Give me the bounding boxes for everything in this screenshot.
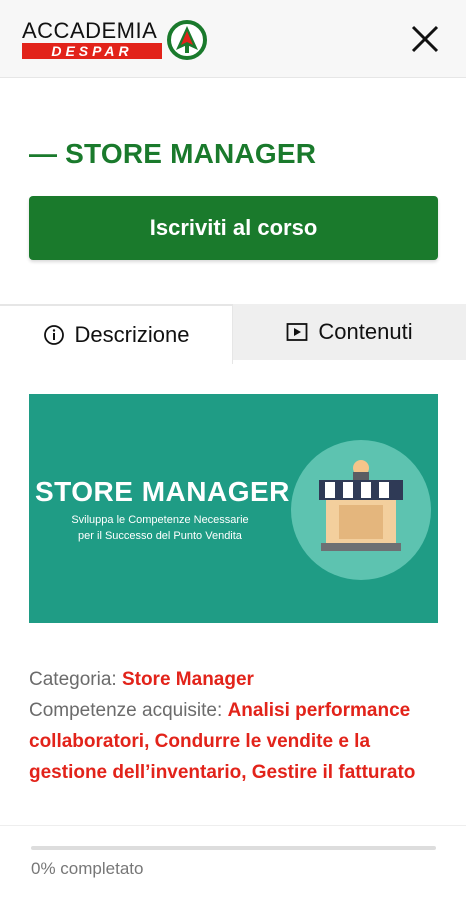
logo-text-top: ACCADEMIA bbox=[22, 18, 158, 43]
play-icon bbox=[287, 323, 308, 341]
banner-subtitle-line2: per il Successo del Punto Vendita bbox=[78, 530, 242, 542]
app-header: ACCADEMIA DESPAR bbox=[0, 0, 466, 78]
progress-section: 0% completato bbox=[0, 825, 466, 900]
course-info: Categoria: Store Manager Competenze acqu… bbox=[29, 664, 439, 788]
close-icon[interactable] bbox=[406, 20, 444, 58]
tab-descrizione-label: Descrizione bbox=[74, 322, 190, 347]
category-label: Categoria: bbox=[29, 669, 122, 690]
tab-contenuti[interactable]: Contenuti bbox=[233, 304, 466, 360]
enroll-button[interactable]: Iscriviti al corso bbox=[29, 196, 438, 260]
storefront-icon bbox=[291, 440, 431, 580]
course-tabs: Descrizione Contenuti bbox=[0, 304, 466, 364]
banner-title: STORE MANAGER bbox=[35, 476, 290, 507]
info-icon bbox=[43, 325, 64, 345]
progress-bar bbox=[31, 846, 436, 850]
logo-text-bottom: DESPAR bbox=[22, 43, 162, 59]
banner-subtitle-line1: Sviluppa le Competenze Necessarie bbox=[71, 514, 249, 526]
course-title: — STORE MANAGER bbox=[29, 138, 317, 169]
spar-tree-icon bbox=[167, 20, 207, 60]
accademia-despar-logo[interactable]: ACCADEMIA DESPAR bbox=[22, 18, 212, 62]
skills-label: Competenze acquisite: bbox=[29, 700, 228, 721]
category-value: Store Manager bbox=[121, 669, 254, 690]
tab-descrizione[interactable]: Descrizione bbox=[0, 304, 233, 364]
tab-contenuti-label: Contenuti bbox=[318, 319, 413, 344]
progress-label: 0% completato bbox=[31, 859, 144, 878]
course-banner: STORE MANAGER Sviluppa le Competenze Nec… bbox=[29, 394, 438, 623]
